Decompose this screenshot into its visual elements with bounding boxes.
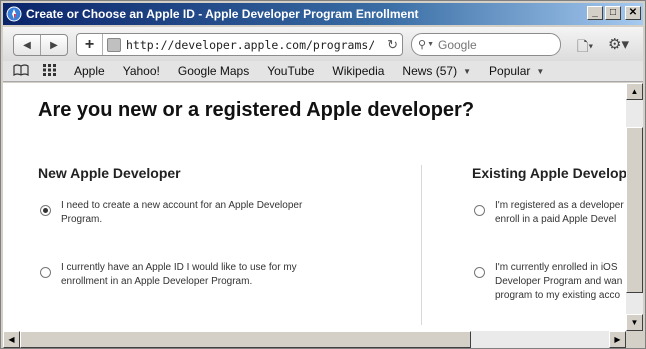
- bookmark-wikipedia[interactable]: Wikipedia: [323, 64, 393, 78]
- search-field[interactable]: ⚲ ▼: [411, 33, 561, 56]
- page-menu-icon[interactable]: 🗋▾: [577, 36, 599, 54]
- page-title: Are you new or a registered Apple develo…: [38, 99, 475, 121]
- bookmark-news[interactable]: News (57) ▼: [393, 64, 480, 78]
- reading-list-icon[interactable]: [13, 63, 29, 79]
- scroll-left-button[interactable]: ◀: [3, 331, 20, 348]
- search-input[interactable]: [438, 37, 538, 52]
- existing-developer-heading: Existing Apple Develope: [472, 165, 626, 181]
- radio-create-new-account[interactable]: [40, 205, 51, 216]
- browser-window: Create or Choose an Apple ID - Apple Dev…: [0, 0, 646, 349]
- option-label: I'm currently enrolled in iOS Developer …: [495, 262, 623, 301]
- top-sites-icon[interactable]: [43, 63, 57, 79]
- vertical-scroll-thumb[interactable]: [626, 127, 643, 293]
- option-label: I currently have an Apple ID I would lik…: [61, 262, 297, 287]
- option-create-new-account[interactable]: I need to create a new account for an Ap…: [40, 199, 330, 227]
- scroll-right-button[interactable]: ▶: [609, 331, 626, 348]
- gear-icon[interactable]: ⚙▾: [608, 35, 636, 53]
- url-input[interactable]: http://developer.apple.com/programs/star…: [126, 38, 374, 52]
- add-bookmark-button[interactable]: +: [77, 34, 103, 55]
- toolbar: ◀ ▶ + http://developer.apple.com/program…: [3, 27, 643, 61]
- option-enrolled-ios-program[interactable]: I'm currently enrolled in iOS Developer …: [474, 261, 626, 303]
- bookmark-youtube[interactable]: YouTube: [258, 64, 323, 78]
- column-divider: [421, 165, 422, 325]
- forward-button[interactable]: ▶: [40, 35, 67, 55]
- chevron-down-icon[interactable]: ▼: [427, 41, 434, 48]
- maximize-button[interactable]: □: [605, 6, 621, 20]
- search-icon: ⚲: [418, 39, 427, 51]
- bookmarks-bar: Apple Yahoo! Google Maps YouTube Wikiped…: [3, 61, 643, 82]
- option-use-existing-apple-id[interactable]: I currently have an Apple ID I would lik…: [40, 261, 340, 289]
- horizontal-scroll-thumb[interactable]: [20, 331, 471, 348]
- option-label: I need to create a new account for an Ap…: [61, 200, 303, 225]
- chevron-down-icon: ▼: [463, 66, 472, 76]
- close-button[interactable]: ✕: [625, 6, 641, 20]
- address-bar[interactable]: + http://developer.apple.com/programs/st…: [76, 33, 403, 56]
- reload-icon[interactable]: ↻: [387, 37, 398, 53]
- back-button[interactable]: ◀: [14, 35, 40, 55]
- favicon-icon: [107, 37, 121, 52]
- title-bar: Create or Choose an Apple ID - Apple Dev…: [3, 3, 643, 25]
- option-label: I'm registered as a developer enroll in …: [495, 200, 624, 225]
- radio-use-existing-apple-id[interactable]: [40, 267, 51, 278]
- page-content: Are you new or a registered Apple develo…: [3, 83, 626, 331]
- chevron-down-icon: ▼: [536, 66, 545, 76]
- bookmark-popular[interactable]: Popular ▼: [480, 64, 553, 78]
- new-developer-heading: New Apple Developer: [38, 165, 181, 181]
- scroll-up-button[interactable]: ▲: [626, 83, 643, 100]
- safari-icon: [6, 6, 22, 22]
- option-registered-developer[interactable]: I'm registered as a developer enroll in …: [474, 199, 626, 227]
- window-title: Create or Choose an Apple ID - Apple Dev…: [26, 7, 419, 21]
- nav-buttons: ◀ ▶: [13, 34, 68, 56]
- horizontal-scrollbar[interactable]: ◀ ▶: [3, 331, 626, 348]
- scroll-down-button[interactable]: ▼: [626, 314, 643, 331]
- minimize-button[interactable]: _: [587, 6, 603, 20]
- scrollbar-corner: [626, 331, 643, 348]
- radio-registered-developer[interactable]: [474, 205, 485, 216]
- bookmark-yahoo[interactable]: Yahoo!: [114, 64, 169, 78]
- bookmark-google-maps[interactable]: Google Maps: [169, 64, 258, 78]
- bookmark-apple[interactable]: Apple: [65, 64, 114, 78]
- vertical-scrollbar[interactable]: ▲ ▼: [626, 83, 643, 331]
- radio-enrolled-ios-program[interactable]: [474, 267, 485, 278]
